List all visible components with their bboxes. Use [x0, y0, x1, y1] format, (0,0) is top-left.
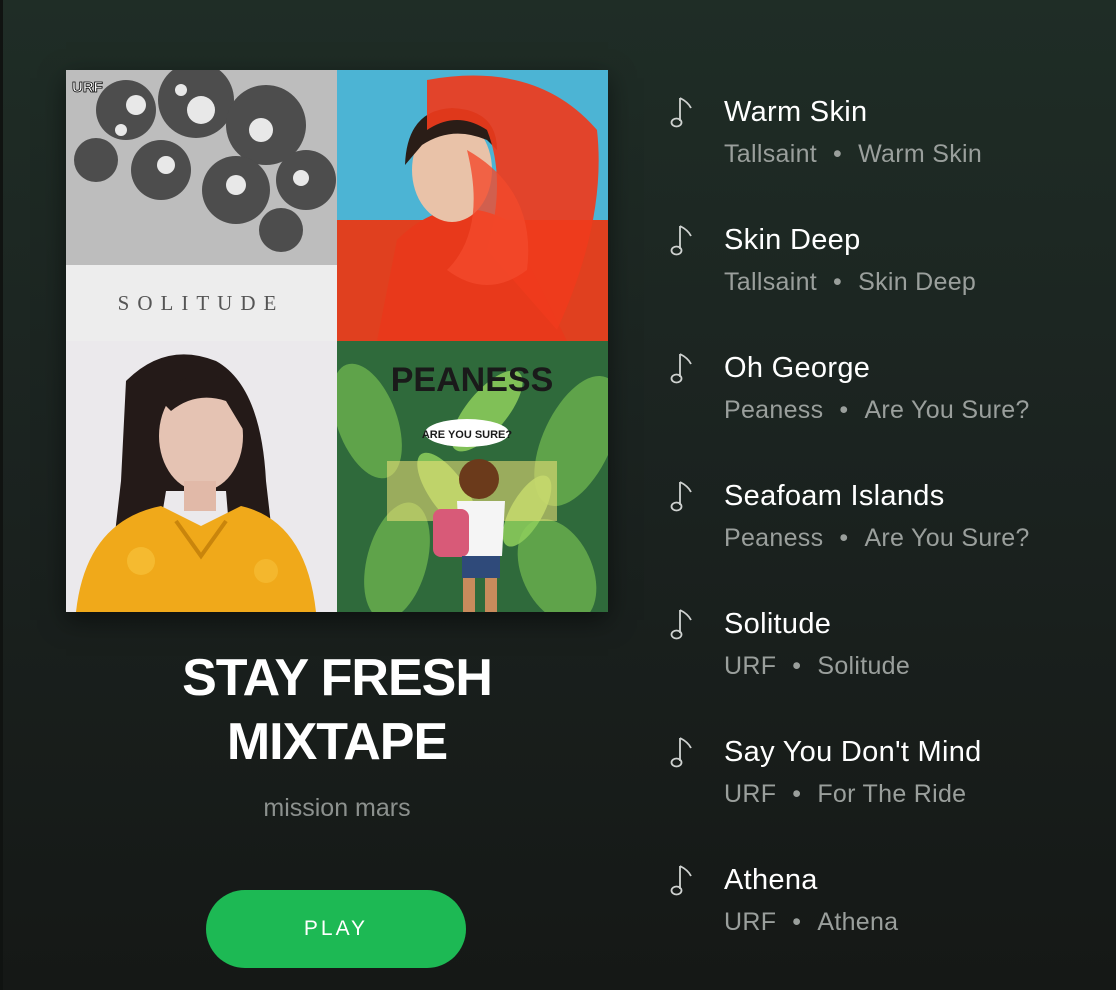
music-note-icon [670, 96, 694, 130]
track-artist-link[interactable]: Tallsaint [724, 140, 817, 168]
track-album-link[interactable]: Are You Sure? [864, 524, 1029, 552]
separator-dot: • [833, 268, 843, 296]
playlist-title-line1: STAY FRESH [182, 649, 493, 707]
track-meta: URF • For The Ride [724, 780, 966, 809]
playlist-cover-collage[interactable]: SOLITUDE URF PEANESS ARE YOU SURE? [66, 70, 608, 612]
music-note-icon [670, 224, 694, 258]
track-row[interactable]: Oh George Peaness • Are You Sure? [670, 350, 1100, 478]
album-art-solitude: SOLITUDE URF [66, 70, 337, 341]
track-meta: Peaness • Are You Sure? [724, 524, 1030, 553]
album-art-portrait [66, 341, 337, 612]
track-title[interactable]: Oh George [724, 352, 870, 385]
track-album-link[interactable]: For The Ride [817, 780, 966, 808]
album-art-peaness: PEANESS ARE YOU SURE? [337, 341, 608, 612]
peaness-cover-title: PEANESS [391, 361, 554, 399]
play-button[interactable]: PLAY [206, 890, 466, 968]
track-artist-link[interactable]: Peaness [724, 524, 823, 552]
track-album-link[interactable]: Solitude [817, 652, 910, 680]
track-row[interactable]: Say You Don't Mind URF • For The Ride [670, 734, 1100, 862]
solitude-cover-text: SOLITUDE [118, 291, 285, 315]
track-title[interactable]: Skin Deep [724, 224, 861, 257]
track-row[interactable]: Warm Skin Tallsaint • Warm Skin [670, 94, 1100, 222]
track-artist-link[interactable]: URF [724, 908, 776, 936]
track-album-link[interactable]: Skin Deep [858, 268, 976, 296]
track-artist-link[interactable]: URF [724, 652, 776, 680]
music-note-icon [670, 736, 694, 770]
track-row[interactable]: Skin Deep Tallsaint • Skin Deep [670, 222, 1100, 350]
music-note-icon [670, 480, 694, 514]
music-note-icon [670, 352, 694, 386]
track-meta: Tallsaint • Skin Deep [724, 268, 976, 297]
track-title[interactable]: Solitude [724, 608, 831, 641]
track-row[interactable]: Seafoam Islands Peaness • Are You Sure? [670, 478, 1100, 606]
track-meta: URF • Solitude [724, 652, 910, 681]
track-album-link[interactable]: Are You Sure? [864, 396, 1029, 424]
track-meta: Tallsaint • Warm Skin [724, 140, 982, 169]
playlist-title-line2: MIXTAPE [226, 713, 448, 771]
track-list: Warm Skin Tallsaint • Warm Skin Skin Deep Tal… [670, 94, 1100, 990]
track-artist-link[interactable]: Peaness [724, 396, 823, 424]
music-note-icon [670, 864, 694, 898]
track-title[interactable]: Athena [724, 864, 818, 897]
track-row[interactable]: Athena URF • Athena [670, 862, 1100, 990]
peaness-cover-subtitle: ARE YOU SURE? [422, 429, 513, 441]
track-meta: URF • Athena [724, 908, 898, 937]
separator-dot: • [839, 524, 849, 552]
track-album-link[interactable]: Warm Skin [858, 140, 982, 168]
playlist-title: STAY FRESH MIXTAPE [66, 646, 608, 774]
track-meta: Peaness • Are You Sure? [724, 396, 1030, 425]
separator-dot: • [792, 780, 802, 808]
track-artist-link[interactable]: Tallsaint [724, 268, 817, 296]
separator-dot: • [833, 140, 843, 168]
track-album-link[interactable]: Athena [817, 908, 898, 936]
urf-logo-text: URF [72, 79, 103, 96]
track-row[interactable]: Solitude URF • Solitude [670, 606, 1100, 734]
separator-dot: • [792, 652, 802, 680]
track-artist-link[interactable]: URF [724, 780, 776, 808]
track-title[interactable]: Seafoam Islands [724, 480, 945, 513]
playlist-owner-link[interactable]: mission mars [66, 794, 608, 823]
separator-dot: • [792, 908, 802, 936]
separator-dot: • [839, 396, 849, 424]
track-title[interactable]: Say You Don't Mind [724, 736, 982, 769]
album-art-warm-skin [337, 70, 608, 341]
track-title[interactable]: Warm Skin [724, 96, 867, 129]
music-note-icon [670, 608, 694, 642]
